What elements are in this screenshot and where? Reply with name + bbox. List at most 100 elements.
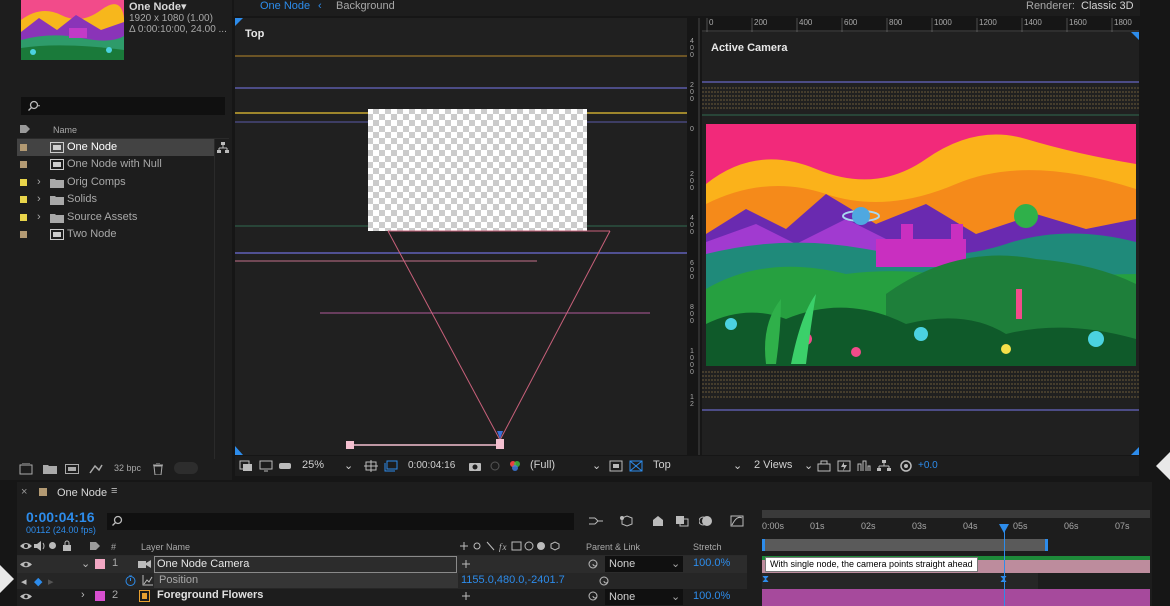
view-layout-dropdown[interactable]: 2 Views ⌄: [754, 459, 814, 472]
lock-icon[interactable]: [62, 540, 72, 551]
3d-view-dropdown[interactable]: Top ⌄: [653, 459, 745, 472]
always-preview-icon[interactable]: [239, 460, 253, 472]
hruler-label: 400: [799, 18, 813, 27]
fast-previews-icon[interactable]: [609, 460, 623, 472]
collapse-arrow-icon[interactable]: ⌄: [81, 557, 90, 570]
visibility-eye-icon[interactable]: [20, 592, 32, 601]
viewer-timecode[interactable]: 0:00:04:16: [408, 460, 455, 471]
layer-row[interactable]: › 2 Foreground Flowers None ⌄ 100.0%: [17, 588, 747, 606]
track-layer-2[interactable]: [762, 589, 1150, 606]
project-search-input[interactable]: [21, 97, 225, 115]
channel-rgb-icon[interactable]: [508, 460, 522, 472]
monitor-icon[interactable]: [259, 460, 273, 472]
parent-dropdown[interactable]: None ⌄: [605, 589, 683, 605]
project-item-one-node-with-null[interactable]: One Node with Null: [17, 156, 214, 173]
parent-dropdown[interactable]: None ⌄: [605, 556, 683, 572]
show-snapshot-icon[interactable]: [488, 460, 502, 472]
toggle-pixel-aspect-icon[interactable]: [817, 460, 831, 472]
project-item-one-node[interactable]: One Node: [17, 139, 214, 156]
expand-arrow-icon[interactable]: ›: [37, 209, 41, 226]
tab-one-node[interactable]: One Node: [260, 0, 310, 12]
reset-exposure-icon[interactable]: [899, 460, 913, 472]
timeline-tab-name[interactable]: One Node: [57, 487, 107, 499]
keyframe-icon[interactable]: ⧗: [762, 574, 769, 585]
chevron-down-icon: ⌄: [344, 460, 354, 472]
stretch-value[interactable]: 100.0%: [693, 557, 730, 569]
composition-mini-flowchart-icon[interactable]: [589, 515, 603, 527]
stopwatch-icon[interactable]: [125, 575, 136, 586]
layer-name-field[interactable]: One Node Camera: [154, 556, 457, 573]
interpret-footage-icon[interactable]: [19, 463, 33, 475]
layer-row[interactable]: ⌄ 1 One Node Camera None ⌄ 100.0%: [17, 556, 747, 573]
anchor-switch-icon[interactable]: [461, 559, 471, 569]
layer-search-input[interactable]: [107, 513, 574, 530]
thumbnail-toggle[interactable]: [174, 462, 198, 474]
expand-arrow-icon[interactable]: ›: [37, 174, 41, 191]
shy-layers-icon[interactable]: [651, 515, 665, 527]
bit-depth-button[interactable]: 32 bpc: [114, 463, 141, 473]
pickwhip-icon[interactable]: [587, 590, 599, 602]
motion-blur-icon[interactable]: [699, 515, 713, 527]
project-item-solids[interactable]: › Solids: [17, 191, 214, 208]
draft-3d-icon[interactable]: [619, 515, 633, 527]
vr-icon[interactable]: [278, 460, 292, 472]
layer-name-header[interactable]: Layer Name: [141, 542, 190, 552]
property-row-position[interactable]: ◂ ◆ ▸ Position 1155.0,480.0,-2401.7: [17, 573, 747, 589]
property-value[interactable]: 1155.0,480.0,-2401.7: [461, 574, 565, 586]
layer-number-header: #: [111, 542, 117, 552]
playhead-handle-icon[interactable]: [999, 524, 1009, 533]
adjust-settings-icon[interactable]: [89, 463, 103, 475]
solo-dot-icon[interactable]: [49, 542, 56, 549]
graph-icon[interactable]: [142, 575, 153, 586]
new-composition-icon[interactable]: [65, 463, 79, 475]
keyframe-add-icon[interactable]: ◆: [34, 575, 42, 588]
expression-pickwhip-icon[interactable]: [598, 575, 610, 587]
keyframe-nav-next-icon[interactable]: ▸: [48, 575, 54, 588]
anchor-switch-icon[interactable]: [461, 591, 471, 601]
timeline-icon[interactable]: [857, 460, 871, 472]
project-item-two-node[interactable]: Two Node: [17, 226, 214, 243]
current-time-display[interactable]: 0:00:04:16: [26, 509, 95, 525]
keyframe-nav-prev-icon[interactable]: ◂: [21, 575, 27, 588]
right-view-active-camera[interactable]: Active Camera: [702, 32, 1139, 455]
snapshot-camera-icon[interactable]: [468, 460, 482, 472]
audio-speaker-icon[interactable]: [34, 541, 46, 551]
layer-comment-marker[interactable]: With single node, the camera points stra…: [765, 557, 978, 572]
left-view-top[interactable]: Top: [235, 18, 687, 455]
name-column-header[interactable]: Name: [53, 125, 77, 135]
project-item-orig-comps[interactable]: › Orig Comps: [17, 174, 214, 191]
video-eye-icon[interactable]: [20, 541, 32, 551]
renderer-value[interactable]: Classic 3D: [1081, 0, 1134, 12]
vertical-ruler[interactable]: 4 0 0 2 0 0 0 2 0 0 4 0 0 6 0 0 8 0 0 1 …: [687, 18, 700, 455]
fast-preview-lightning-icon[interactable]: [837, 460, 851, 472]
expand-arrow-icon[interactable]: ›: [81, 589, 85, 601]
tab-menu-icon[interactable]: ≡: [111, 485, 117, 497]
label-tag-icon[interactable]: [89, 541, 101, 552]
horizontal-ruler[interactable]: 0 200 400 600 800 1000 1200 1400 1600 18…: [702, 18, 1139, 32]
flowchart-view-icon[interactable]: [877, 460, 891, 472]
layer-name-label[interactable]: Foreground Flowers: [157, 589, 263, 601]
trash-icon[interactable]: [152, 463, 166, 475]
comp-title[interactable]: One Node▾: [129, 0, 186, 13]
graph-editor-icon[interactable]: [730, 515, 744, 527]
frame-blending-icon[interactable]: [675, 515, 689, 527]
zoom-dropdown[interactable]: 25% ⌄: [302, 459, 354, 472]
playhead[interactable]: [1004, 524, 1005, 606]
visibility-eye-icon[interactable]: [20, 560, 32, 569]
exposure-value[interactable]: +0.0: [918, 460, 938, 471]
pickwhip-icon[interactable]: [587, 558, 599, 570]
expand-arrow-icon[interactable]: ›: [37, 191, 41, 208]
stretch-value[interactable]: 100.0%: [693, 590, 730, 602]
tab-background[interactable]: Background: [336, 0, 395, 12]
time-ruler[interactable]: 0:00s 01s 02s 03s 04s 05s 06s 07s: [762, 519, 1150, 537]
resolution-dropdown[interactable]: (Full) ⌄: [530, 459, 602, 472]
fit-icon[interactable]: [364, 460, 378, 472]
region-of-interest-icon[interactable]: [384, 460, 398, 472]
flowchart-icon[interactable]: [217, 142, 229, 154]
work-area-bar[interactable]: [762, 539, 1048, 551]
transparency-grid-icon[interactable]: [629, 460, 643, 472]
time-navigator[interactable]: [762, 510, 1150, 518]
project-item-source-assets[interactable]: › Source Assets: [17, 209, 214, 226]
new-folder-icon[interactable]: [43, 463, 57, 475]
close-tab-icon[interactable]: ×: [21, 486, 27, 498]
